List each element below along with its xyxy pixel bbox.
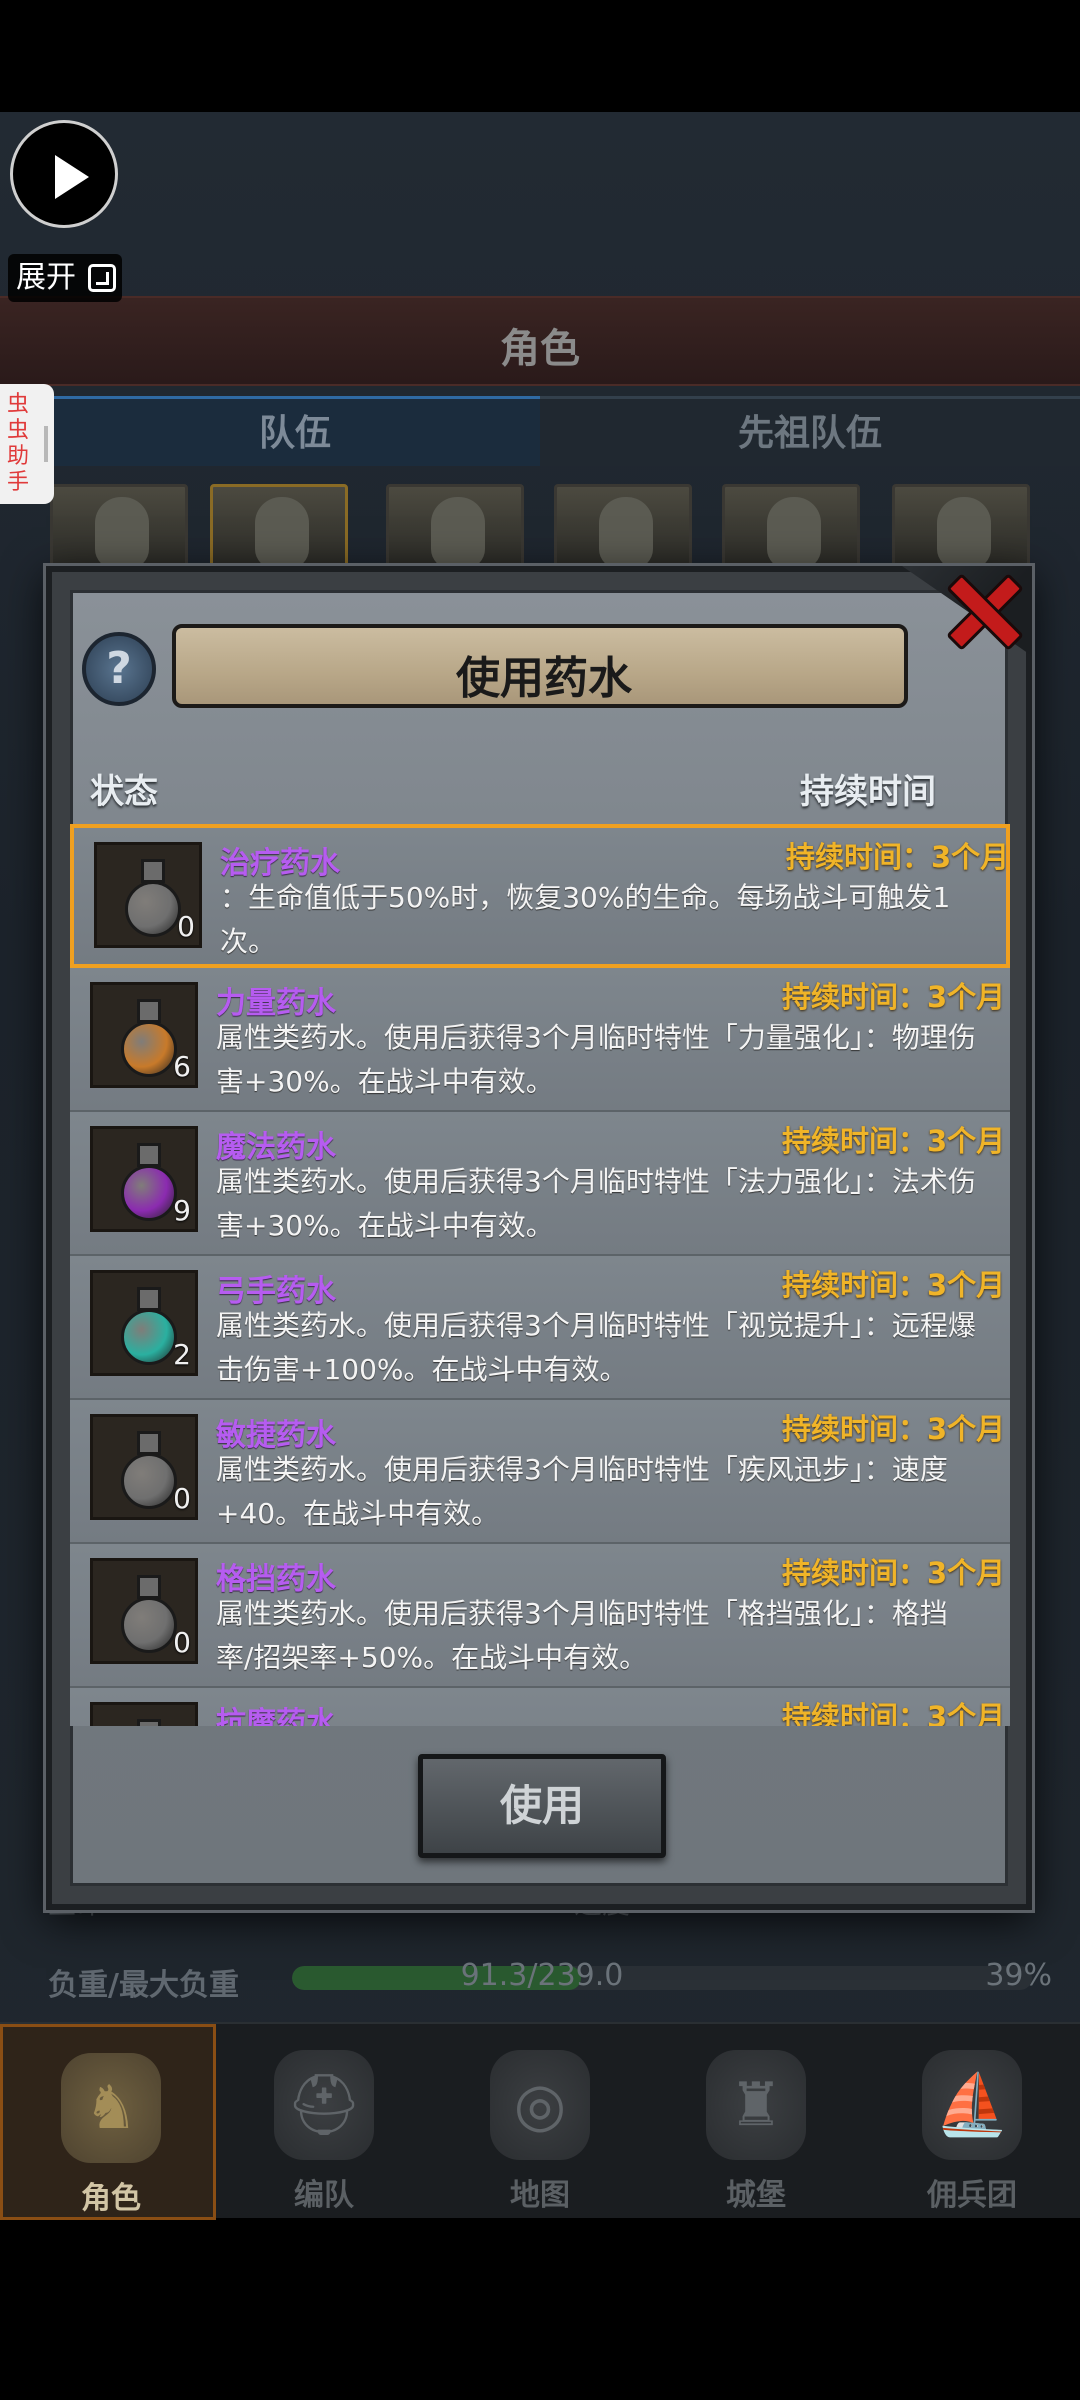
potion-item[interactable]: 2 弓手药水 持续时间：3个月 属性类药水。使用后获得3个月临时特性「视觉提升」：远程…	[70, 1256, 1010, 1400]
potion-bottle-icon: 9	[90, 1126, 198, 1232]
knight-icon: ♞	[61, 2053, 161, 2163]
nav-label: 编队	[294, 2178, 354, 2213]
potion-count: 2	[173, 1338, 191, 1371]
bottle-neck	[137, 1287, 161, 1311]
nav-label: 地图	[510, 2178, 570, 2213]
portrait-2[interactable]	[210, 484, 348, 574]
portrait-5[interactable]	[722, 484, 860, 574]
castle-icon: ♜	[706, 2050, 806, 2160]
potion-item[interactable]: 9 魔法药水 持续时间：3个月 属性类药水。使用后获得3个月临时特性「法力强化」：法术…	[70, 1112, 1010, 1256]
modal-title: 使用药水	[456, 653, 632, 704]
portrait-3[interactable]	[386, 484, 524, 574]
potion-duration: 持续时间：3个月	[782, 1268, 1006, 1302]
background-portraits	[50, 484, 1050, 574]
bottle-body	[121, 1309, 177, 1365]
potion-duration: 持续时间：3个月	[782, 1412, 1006, 1446]
potion-item[interactable]: 抗魔药水 持续时间：3个月	[70, 1688, 1010, 1726]
ship-icon: ⛵	[922, 2050, 1022, 2160]
potion-bottle-icon: 2	[90, 1270, 198, 1376]
bottle-neck	[137, 1143, 161, 1167]
use-button[interactable]: 使用	[418, 1754, 666, 1858]
bottle-body	[121, 1453, 177, 1509]
potion-description: 属性类药水。使用后获得3个月临时特性「力量强化」：物理伤害+30%。在战斗中有效…	[216, 1021, 976, 1098]
help-icon[interactable]: ?	[82, 632, 156, 706]
portrait-1[interactable]	[50, 484, 188, 574]
potion-bottle-icon	[90, 1702, 198, 1726]
app-root: 角色 队伍 先祖队伍 生命 239 速度 90 负重/最大负重 91.3/239…	[0, 0, 1080, 2400]
nav-label: 城堡	[726, 2178, 786, 2213]
nav-character[interactable]: ♞ 角色	[0, 2024, 216, 2220]
potion-duration: 持续时间：3个月	[782, 980, 1006, 1014]
bottle-body	[121, 1165, 177, 1221]
drag-handle-icon	[44, 426, 48, 462]
play-button[interactable]	[10, 120, 118, 228]
nav-castle[interactable]: ♜ 城堡	[648, 2024, 864, 2220]
helmet-icon: ⛑	[274, 2050, 374, 2160]
potion-count: 0	[177, 910, 195, 943]
background-title: 角色	[500, 326, 580, 372]
load-label: 负重/最大负重	[48, 1968, 239, 2003]
helper-label: 虫虫助手	[6, 392, 29, 495]
potion-count: 0	[173, 1482, 191, 1515]
potion-item[interactable]: 0 格挡药水 持续时间：3个月 属性类药水。使用后获得3个月临时特性「格挡强化」：格挡…	[70, 1544, 1010, 1688]
background-tabs: 队伍 先祖队伍	[0, 396, 1080, 466]
play-icon	[55, 155, 89, 199]
potion-duration: 持续时间：3个月	[782, 1124, 1006, 1158]
potion-count: 9	[173, 1194, 191, 1227]
portrait-6[interactable]	[892, 484, 1030, 574]
potion-description: 属性类药水。使用后获得3个月临时特性「视觉提升」：远程爆击伤害+100%。在战斗…	[216, 1309, 976, 1386]
bottom-nav: ♞ 角色 ⛑ 编队 ◎ 地图 ♜ 城堡 ⛵ 佣兵团	[0, 2022, 1080, 2220]
potion-name: 抗魔药水	[216, 1706, 336, 1726]
load-value: 91.3/239.0	[460, 1958, 624, 1993]
bottle-neck	[137, 1719, 161, 1726]
potion-item[interactable]: 0 治疗药水 持续时间：3个月 ：生命值低于50%时，恢复30%的生命。每场战斗可触发…	[70, 824, 1010, 968]
potion-list[interactable]: 0 治疗药水 持续时间：3个月 ：生命值低于50%时，恢复30%的生命。每场战斗可触发…	[70, 824, 1010, 1726]
bottle-body	[125, 881, 181, 937]
potion-count: 6	[173, 1050, 191, 1083]
potion-item[interactable]: 0 敏捷药水 持续时间：3个月 属性类药水。使用后获得3个月临时特性「疾风迅步」：速度…	[70, 1400, 1010, 1544]
potion-description: 属性类药水。使用后获得3个月临时特性「格挡强化」：格挡率/招架率+50%。在战斗…	[216, 1597, 948, 1674]
potion-duration: 持续时间：3个月	[786, 840, 1010, 874]
compass-map-icon: ◎	[490, 2050, 590, 2160]
potion-duration: 持续时间：3个月	[782, 1700, 1006, 1726]
nav-formation[interactable]: ⛑ 编队	[216, 2024, 432, 2220]
close-icon[interactable]	[936, 564, 1026, 654]
potion-duration: 持续时间：3个月	[782, 1556, 1006, 1590]
bottle-body	[121, 1021, 177, 1077]
expand-icon	[88, 264, 116, 292]
column-header-duration: 持续时间	[800, 772, 936, 812]
column-header-status: 状态	[90, 772, 158, 812]
portrait-4[interactable]	[554, 484, 692, 574]
potion-bottle-icon: 0	[90, 1414, 198, 1520]
nav-mercenary[interactable]: ⛵ 佣兵团	[864, 2024, 1080, 2220]
expand-button[interactable]: 展开	[8, 254, 122, 302]
bottle-neck	[141, 859, 165, 883]
bottle-neck	[137, 1575, 161, 1599]
potion-description: ：生命值低于50%时，恢复30%的生命。每场战斗可触发1次。	[220, 881, 951, 958]
potion-item[interactable]: 6 力量药水 持续时间：3个月 属性类药水。使用后获得3个月临时特性「力量强化」：物理…	[70, 968, 1010, 1112]
expand-label: 展开	[16, 260, 76, 295]
potion-count: 0	[173, 1626, 191, 1659]
nav-label: 佣兵团	[927, 2178, 1017, 2213]
potion-description: 属性类药水。使用后获得3个月临时特性「疾风迅步」：速度+40。在战斗中有效。	[216, 1453, 948, 1530]
potion-bottle-icon: 0	[90, 1558, 198, 1664]
helper-side-tab[interactable]: 虫虫助手	[0, 384, 54, 504]
load-percent: 39%	[985, 1958, 1052, 1993]
potion-description: 属性类药水。使用后获得3个月临时特性「法力强化」：法术伤害+30%。在战斗中有效…	[216, 1165, 976, 1242]
bottle-neck	[137, 999, 161, 1023]
tab-ancestor-team[interactable]: 先祖队伍	[540, 396, 1080, 466]
bottle-neck	[137, 1431, 161, 1455]
nav-map[interactable]: ◎ 地图	[432, 2024, 648, 2220]
modal-title-banner: 使用药水	[172, 624, 908, 708]
potion-bottle-icon: 0	[94, 842, 202, 948]
potion-bottle-icon: 6	[90, 982, 198, 1088]
bottle-body	[121, 1597, 177, 1653]
tab-team[interactable]: 队伍	[50, 396, 540, 466]
nav-label: 角色	[81, 2181, 141, 2216]
